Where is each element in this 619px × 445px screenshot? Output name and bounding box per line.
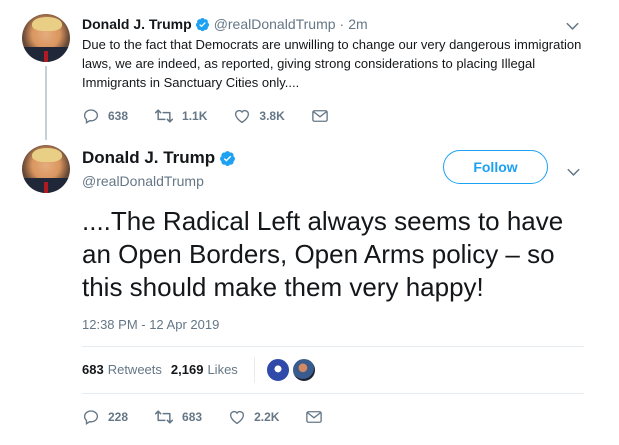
separator-dot: · [339, 16, 345, 32]
retweet-icon [154, 410, 174, 424]
like-icon [235, 109, 250, 124]
reply-icon [83, 410, 99, 425]
reply-button[interactable]: 228 [82, 408, 128, 426]
like-count: 3.8K [259, 109, 285, 123]
engagement-stats: 683 Retweets 2,169 Likes [82, 362, 238, 377]
verified-badge-icon [195, 17, 209, 31]
retweet-icon [154, 109, 174, 123]
liker-avatars [266, 358, 316, 382]
retweet-count: 1.1K [182, 109, 208, 123]
retweet-count: 683 [182, 410, 203, 424]
retweets-stat[interactable]: 683 Retweets [82, 362, 162, 377]
like-count: 2.2K [254, 410, 280, 424]
reply-icon [83, 109, 99, 124]
divider [82, 346, 584, 347]
follow-button[interactable]: Follow [443, 150, 548, 184]
tweet1-header: Donald J. Trump @realDonaldTrump · 2m [82, 16, 368, 32]
retweets-label: Retweets [107, 362, 162, 377]
display-name[interactable]: Donald J. Trump [82, 16, 192, 32]
user-handle[interactable]: @realDonaldTrump [214, 16, 336, 32]
like-button[interactable]: 3.8K [233, 107, 285, 125]
thread-connector-line [45, 66, 47, 140]
avatar[interactable] [22, 145, 70, 193]
direct-message-button[interactable] [311, 108, 337, 124]
tweet2-action-bar: 228 683 2.2K [82, 408, 357, 426]
direct-message-icon [311, 110, 328, 122]
likes-total: 2,169 [170, 362, 204, 377]
retweet-button[interactable]: 683 [154, 408, 202, 426]
like-button[interactable]: 2.2K [228, 408, 279, 426]
chevron-down-icon[interactable] [566, 18, 582, 30]
tweet-text: Due to the fact that Democrats are unwil… [82, 37, 582, 90]
user-handle[interactable]: @realDonaldTrump [82, 173, 204, 189]
tweet-timestamp[interactable]: 12:38 PM - 12 Apr 2019 [82, 317, 219, 332]
chevron-down-icon[interactable] [567, 164, 583, 176]
likes-label: Likes [207, 362, 238, 377]
like-icon [230, 410, 245, 425]
direct-message-button[interactable] [305, 409, 331, 425]
verified-badge-icon [220, 150, 236, 166]
liker-avatar[interactable] [266, 358, 290, 382]
divider [82, 393, 584, 394]
liker-avatars-divider [254, 357, 255, 383]
retweet-button[interactable]: 1.1K [154, 107, 207, 125]
tweet-text: ....The Radical Left always seems to hav… [82, 206, 564, 302]
reply-count: 638 [108, 109, 129, 123]
direct-message-icon [306, 411, 323, 423]
tweet2-header: Donald J. Trump [82, 148, 236, 168]
liker-avatar[interactable] [292, 358, 316, 382]
tweet1-action-bar: 638 1.1K 3.8K [82, 107, 363, 125]
likes-stat[interactable]: 2,169 Likes [171, 362, 238, 377]
reply-count: 228 [108, 410, 129, 424]
display-name[interactable]: Donald J. Trump [82, 148, 215, 168]
reply-button[interactable]: 638 [82, 107, 128, 125]
avatar[interactable] [22, 14, 70, 62]
tweet-time[interactable]: 2m [348, 16, 367, 32]
retweets-total: 683 [82, 362, 104, 377]
